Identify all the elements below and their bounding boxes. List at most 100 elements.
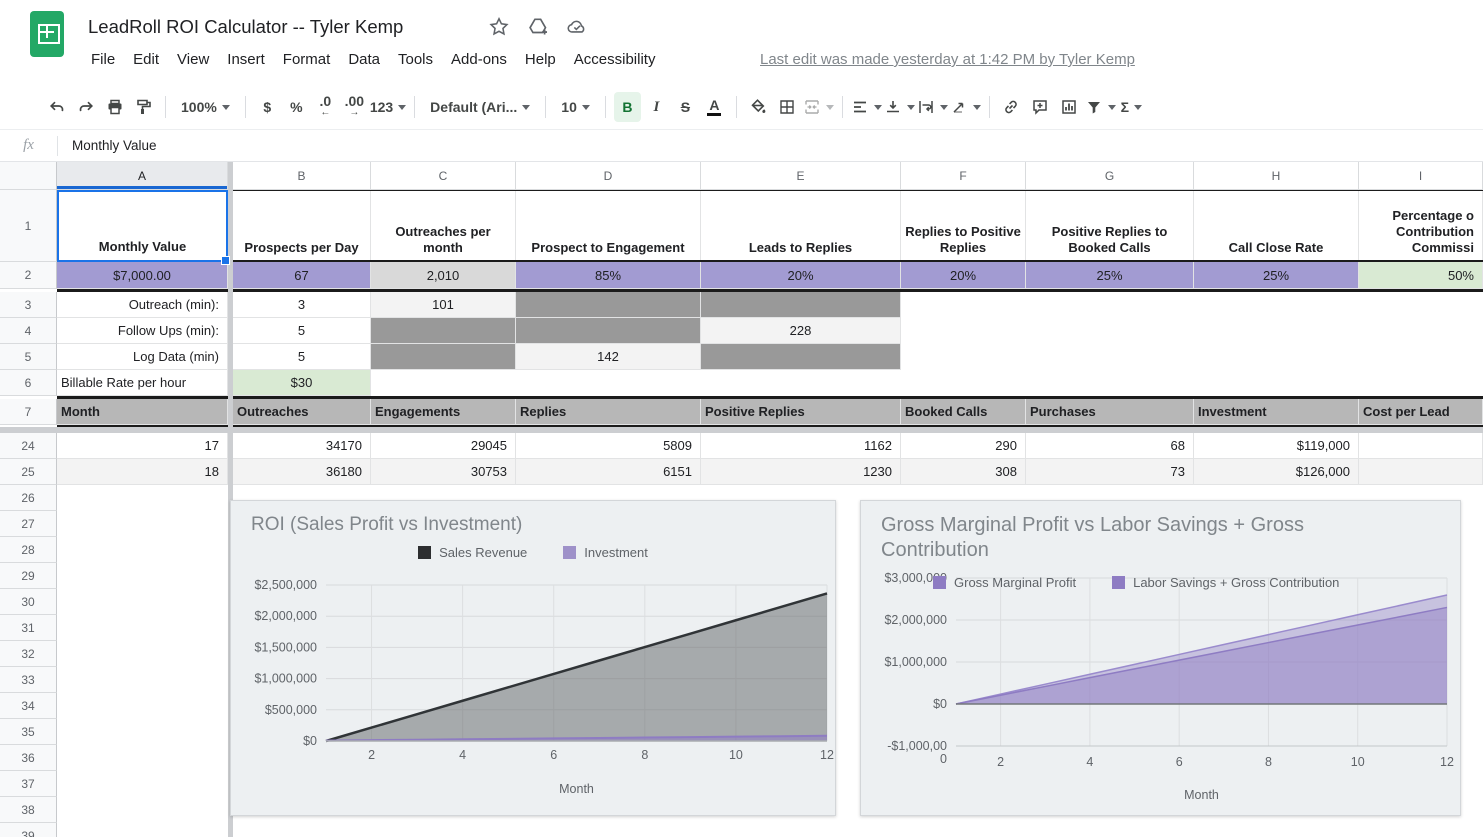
cell-A1[interactable]: Monthly Value: [57, 190, 228, 262]
insert-comment-button[interactable]: [1027, 92, 1054, 122]
horizontal-align-button[interactable]: [851, 92, 882, 122]
cell-E2[interactable]: 20%: [701, 262, 901, 289]
merge-cells-button[interactable]: [803, 92, 834, 122]
zoom-select[interactable]: 100%: [174, 92, 237, 122]
italic-button[interactable]: I: [643, 92, 670, 122]
cell-D3[interactable]: [516, 292, 701, 318]
row-header-29[interactable]: 29: [0, 563, 57, 589]
text-color-button[interactable]: A: [701, 92, 728, 122]
menu-data[interactable]: Data: [339, 48, 389, 71]
row-header-27[interactable]: 27: [0, 511, 57, 537]
paint-format-button[interactable]: [130, 92, 157, 122]
text-rotation-button[interactable]: [950, 92, 981, 122]
borders-button[interactable]: [774, 92, 801, 122]
menu-addons[interactable]: Add-ons: [442, 48, 516, 71]
row-header-34[interactable]: 34: [0, 693, 57, 719]
column-header-E[interactable]: E: [701, 162, 901, 190]
row-header-28[interactable]: 28: [0, 537, 57, 563]
cell-B6[interactable]: $30: [233, 370, 371, 396]
row-header-36[interactable]: 36: [0, 745, 57, 771]
cell-C5[interactable]: [371, 344, 516, 370]
row-header-39[interactable]: 39: [0, 823, 57, 837]
row-header-33[interactable]: 33: [0, 667, 57, 693]
cell-I2[interactable]: 50%: [1359, 262, 1483, 289]
cell-F1[interactable]: Replies to Positive Replies: [901, 190, 1026, 262]
cell-F25[interactable]: 308: [901, 459, 1026, 485]
column-header-C[interactable]: C: [371, 162, 516, 190]
cell-A3[interactable]: Outreach (min):: [57, 292, 228, 318]
cell-I25[interactable]: [1359, 459, 1483, 485]
functions-button[interactable]: Σ: [1118, 92, 1145, 122]
menu-file[interactable]: File: [82, 48, 124, 71]
cell-C24[interactable]: 29045: [371, 433, 516, 459]
cell-D25[interactable]: 6151: [516, 459, 701, 485]
column-header-I[interactable]: I: [1359, 162, 1483, 190]
legend-item[interactable]: Labor Savings + Gross Contribution: [1112, 575, 1339, 590]
column-header-A[interactable]: A: [57, 162, 228, 190]
cell-A25[interactable]: 18: [57, 459, 228, 485]
column-header-H[interactable]: H: [1194, 162, 1359, 190]
menu-help[interactable]: Help: [516, 48, 565, 71]
row-header-38[interactable]: 38: [0, 797, 57, 823]
formula-input[interactable]: Monthly Value: [72, 138, 157, 153]
cell-B5[interactable]: 5: [233, 344, 371, 370]
vertical-align-button[interactable]: [884, 92, 915, 122]
cell-G1[interactable]: Positive Replies to Booked Calls: [1026, 190, 1194, 262]
cell-B1[interactable]: Prospects per Day: [233, 190, 371, 262]
percent-format-button[interactable]: %: [283, 92, 310, 122]
redo-button[interactable]: [72, 92, 99, 122]
row-header-37[interactable]: 37: [0, 771, 57, 797]
text-wrap-button[interactable]: [917, 92, 948, 122]
cell-I1[interactable]: Percentage o Contribution Commissi: [1359, 190, 1483, 262]
drive-shortcut-icon[interactable]: [527, 16, 549, 38]
cell-H1[interactable]: Call Close Rate: [1194, 190, 1359, 262]
menu-accessibility[interactable]: Accessibility: [565, 48, 665, 71]
undo-button[interactable]: [43, 92, 70, 122]
font-family-select[interactable]: Default (Ari...: [423, 92, 537, 122]
cell-E25[interactable]: 1230: [701, 459, 901, 485]
cell-B25[interactable]: 36180: [233, 459, 371, 485]
insert-chart-button[interactable]: [1056, 92, 1083, 122]
cell-D7[interactable]: Replies: [516, 399, 701, 425]
bold-button[interactable]: B: [614, 92, 641, 122]
row-header-24[interactable]: 24: [0, 433, 57, 459]
row-header-25[interactable]: 25: [0, 459, 57, 485]
row-header-6[interactable]: 6: [0, 370, 57, 396]
menu-insert[interactable]: Insert: [218, 48, 274, 71]
row-header-26[interactable]: 26: [0, 485, 57, 511]
cell-C1[interactable]: Outreaches per month: [371, 190, 516, 262]
row-header-1[interactable]: 1: [0, 190, 57, 262]
row-header-7[interactable]: 7: [0, 399, 57, 425]
cell-C4[interactable]: [371, 318, 516, 344]
cell-F24[interactable]: 290: [901, 433, 1026, 459]
decrease-decimals-button[interactable]: .0←: [312, 92, 339, 122]
selection-fill-handle[interactable]: [221, 256, 230, 265]
star-icon[interactable]: [488, 16, 510, 38]
document-title[interactable]: LeadRoll ROI Calculator -- Tyler Kemp: [88, 16, 403, 38]
strikethrough-button[interactable]: S: [672, 92, 699, 122]
row-header-32[interactable]: 32: [0, 641, 57, 667]
embedded-chart-gross-margin[interactable]: Gross Marginal Profit vs Labor Savings +…: [860, 500, 1461, 816]
cell-E24[interactable]: 1162: [701, 433, 901, 459]
cell-A24[interactable]: 17: [57, 433, 228, 459]
row-header-35[interactable]: 35: [0, 719, 57, 745]
currency-format-button[interactable]: $: [254, 92, 281, 122]
cell-G24[interactable]: 68: [1026, 433, 1194, 459]
row-header-30[interactable]: 30: [0, 589, 57, 615]
cell-I24[interactable]: [1359, 433, 1483, 459]
create-filter-button[interactable]: [1085, 92, 1116, 122]
cell-H24[interactable]: $119,000: [1194, 433, 1359, 459]
cell-B7[interactable]: Outreaches: [233, 399, 371, 425]
cell-A7[interactable]: Month: [57, 399, 228, 425]
cell-I7[interactable]: Cost per Lead: [1359, 399, 1483, 425]
cell-G7[interactable]: Purchases: [1026, 399, 1194, 425]
cell-H25[interactable]: $126,000: [1194, 459, 1359, 485]
cell-H7[interactable]: Investment: [1194, 399, 1359, 425]
column-header-B[interactable]: B: [233, 162, 371, 190]
menu-tools[interactable]: Tools: [389, 48, 442, 71]
cell-B4[interactable]: 5: [233, 318, 371, 344]
cell-E4[interactable]: 228: [701, 318, 901, 344]
cell-H2[interactable]: 25%: [1194, 262, 1359, 289]
cell-B24[interactable]: 34170: [233, 433, 371, 459]
print-button[interactable]: [101, 92, 128, 122]
